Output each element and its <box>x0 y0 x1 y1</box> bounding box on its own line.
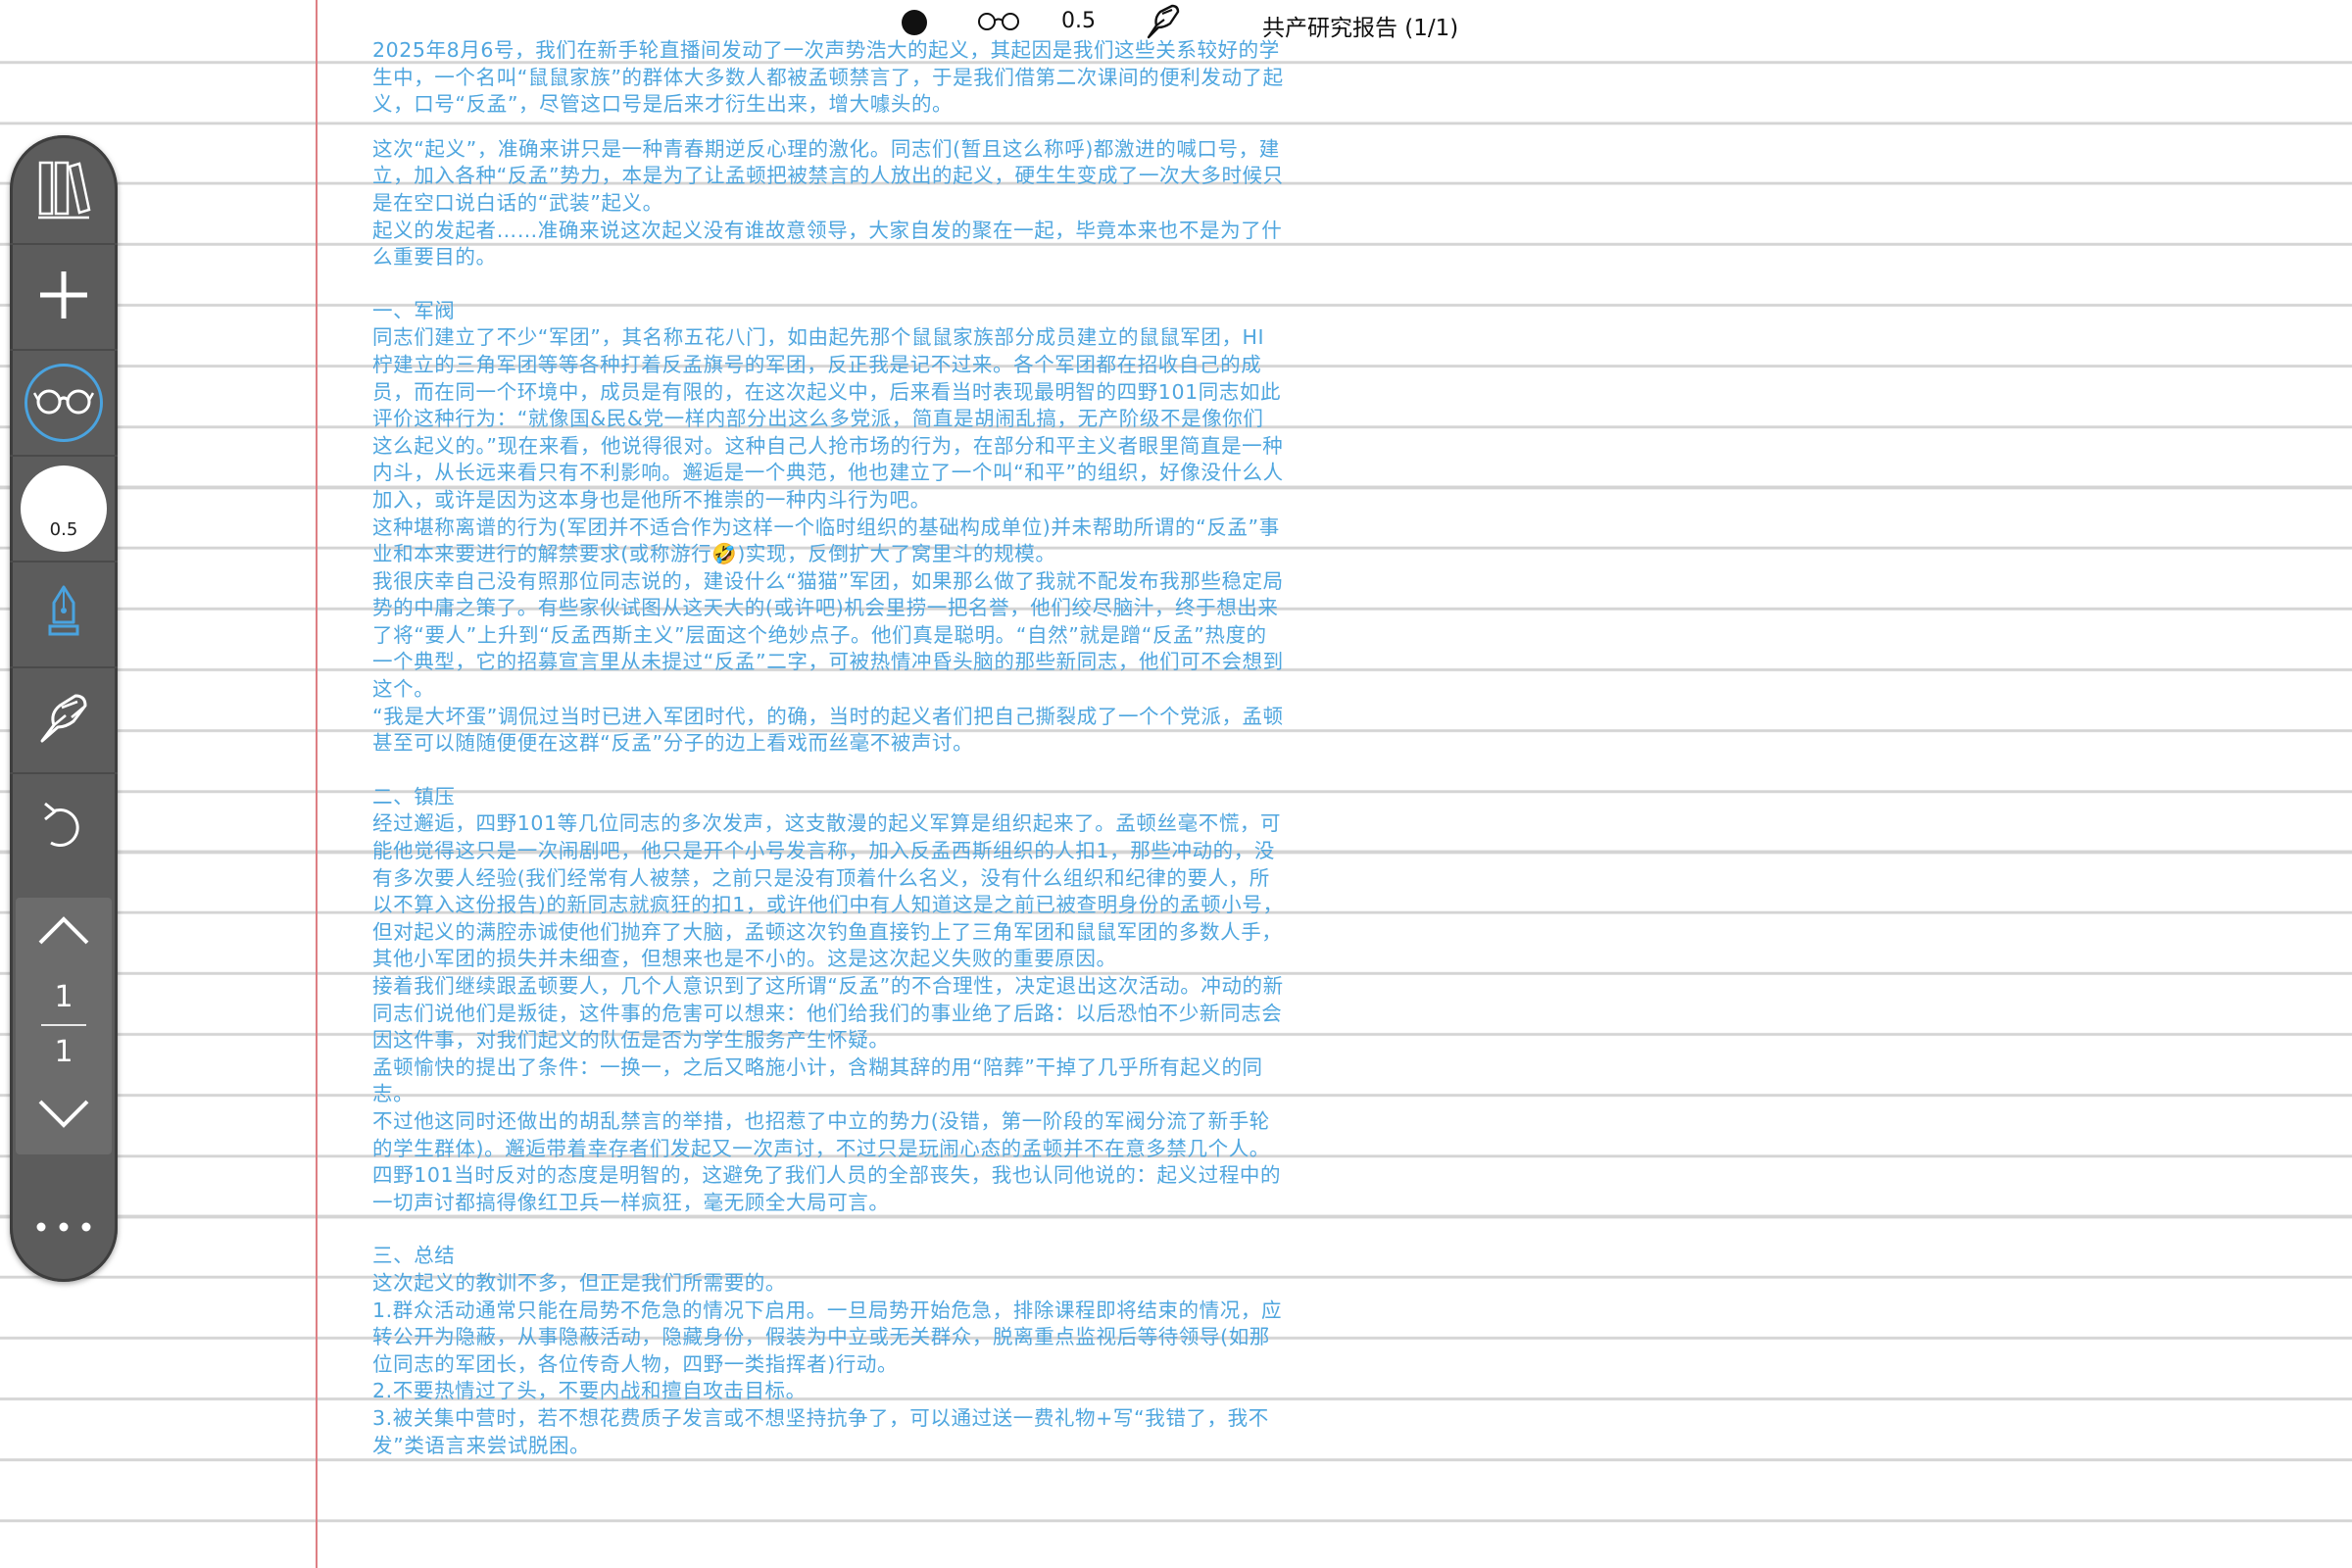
note-paragraph: 不过他这同时还做出的胡乱禁言的举措，也招惹了中立的势力(没错，第一阶段的军阀分流… <box>372 1108 1282 1214</box>
note-paragraph: 起义的发起者……准确来说这次起义没有谁故意领导，大家自发的聚在一起，毕竟本来也不… <box>372 218 1283 270</box>
plus-icon <box>38 270 89 324</box>
hand-pen-button[interactable] <box>10 668 118 774</box>
add-button[interactable] <box>10 245 118 351</box>
margin-line <box>316 0 318 1568</box>
chevron-up-icon <box>38 915 89 949</box>
hand-pen-icon <box>36 692 91 749</box>
read-mode-button[interactable] <box>10 351 118 457</box>
note-paragraph: 同志们建立了不少“军团”，其名称五花八门，如由起先那个鼠鼠家族部分成员建立的鼠鼠… <box>372 325 1284 512</box>
stroke-size-button[interactable]: 0.5 <box>10 457 118 563</box>
page-down-button[interactable] <box>38 1092 89 1141</box>
chevron-down-icon <box>38 1100 89 1133</box>
undo-icon <box>39 800 88 855</box>
note-paragraph: 我很庆幸自己没有照那位同志说的，建设什么“猫猫”军团，如果那么做了我就不配发布我… <box>372 568 1284 702</box>
section-heading: 三、总结 <box>372 1244 456 1268</box>
note-paragraph: 经过邂逅，四野101等几位同志的多次发声，这支散漫的起义军算是组织起来了。孟顿丝… <box>372 811 1284 971</box>
section-heading: 二、镇压 <box>372 784 456 808</box>
page-current: 1 <box>54 980 74 1014</box>
note-content[interactable]: 2025年8月6号，我们在新手轮直播间发动了一次声势浩大的起义，其起因是我们这些… <box>372 37 1284 1459</box>
note-paragraph: “我是大坏蛋”调侃过当时已进入军团时代，的确，当时的起义者们把自己撕裂成了一个个… <box>372 704 1284 756</box>
note-paragraph: 这次起义的教训不多，但正是我们所需要的。 <box>372 1270 786 1295</box>
stroke-size-value: 0.5 <box>49 519 78 540</box>
page-total: 1 <box>54 1035 74 1069</box>
note-paragraph: 3.被关集中营时，若不想花费质子发言或不想坚持抗争了，可以通过送一费礼物+写“我… <box>372 1405 1269 1457</box>
more-button[interactable] <box>10 1172 118 1280</box>
more-dots-icon <box>36 1217 91 1236</box>
fountain-pen-icon <box>44 585 83 644</box>
glasses-icon[interactable] <box>976 10 1021 37</box>
books-icon <box>36 159 91 223</box>
note-paragraph: 孟顿愉快的提出了条件：一换一，之后又略施小计，含糊其辞的用“陪葬”干掉了几乎所有… <box>372 1054 1263 1106</box>
note-paragraph: 2025年8月6号，我们在新手轮直播间发动了一次声势浩大的起义，其起因是我们这些… <box>372 38 1284 117</box>
note-paragraph: 1.群众活动通常只能在局势不危急的情况下启用。一旦局势开始危急，排除课程即将结束… <box>372 1298 1283 1376</box>
library-button[interactable] <box>10 139 118 245</box>
pen-size-value[interactable]: 0.5 <box>1061 9 1096 33</box>
active-tool-ring <box>24 364 103 442</box>
pen-color-dot-icon[interactable] <box>902 10 927 35</box>
undo-button[interactable] <box>10 774 118 880</box>
section-heading: 一、军阀 <box>372 298 456 322</box>
stroke-size-indicator: 0.5 <box>21 466 107 552</box>
note-paragraph: 2.不要热情过了头，不要内战和擅自攻击目标。 <box>372 1379 807 1403</box>
note-paragraph: 这种堪称离谱的行为(军团并不适合作为这样一个临时组织的基础构成单位)并未帮助所谓… <box>372 514 1280 566</box>
left-toolbar: 0.5 1 1 <box>10 135 118 1282</box>
note-paragraph: 接着我们继续跟孟顿要人，几个人意识到了这所谓“反孟”的不合理性，决定退出这次活动… <box>372 974 1284 1053</box>
document-title: 共产研究报告 (1/1) <box>1262 16 1459 41</box>
page-up-button[interactable] <box>38 907 89 956</box>
page-divider <box>41 1024 86 1026</box>
note-paragraph: 这次“起义”，准确来讲只是一种青春期逆反心理的激化。同志们(暂且这么称呼)都激进… <box>372 136 1284 215</box>
fountain-pen-button[interactable] <box>10 563 118 668</box>
page-navigator: 1 1 <box>16 898 112 1154</box>
glasses-icon <box>32 385 95 420</box>
